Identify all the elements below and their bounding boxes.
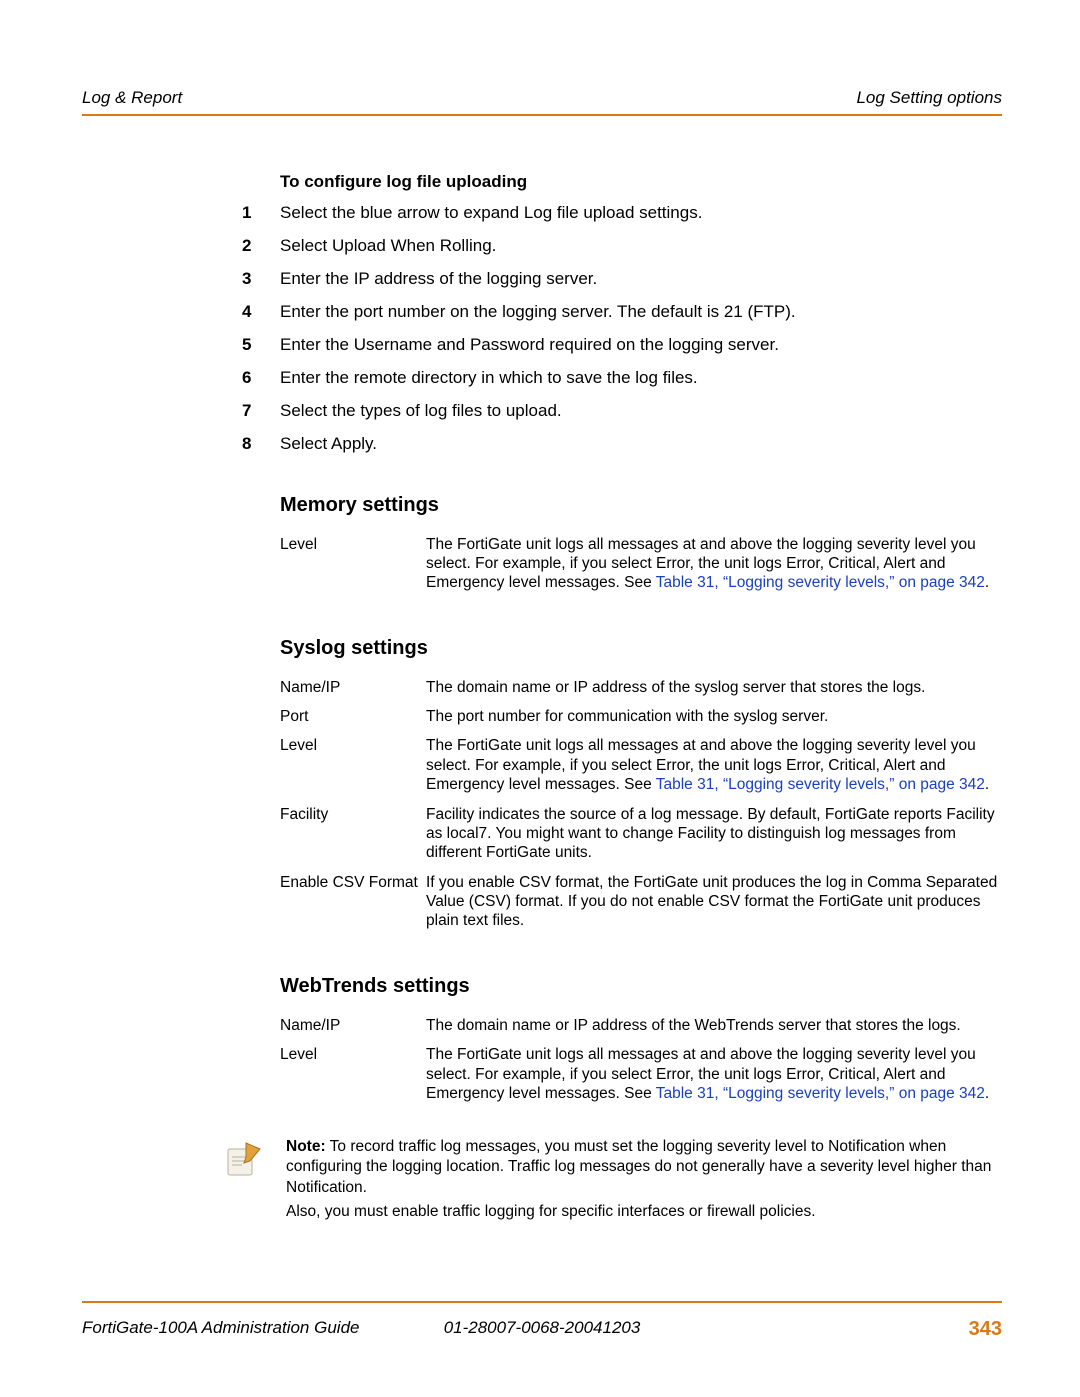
running-footer: FortiGate-100A Administration Guide 01-2… (82, 1318, 1002, 1341)
note-text: Note: To record traffic log messages, yo… (286, 1137, 1002, 1222)
webtrends-table: Name/IP The domain name or IP address of… (280, 1012, 1002, 1110)
procedure-steps: Select the blue arrow to expand Log file… (280, 202, 1002, 456)
term: Level (280, 732, 426, 800)
step-text: Enter the port number on the logging ser… (280, 301, 1002, 324)
period: . (985, 574, 989, 591)
memory-table: Level The FortiGate unit logs all messag… (280, 531, 1002, 599)
step: Select Upload When Rolling. (242, 235, 1002, 258)
term: Port (280, 703, 426, 732)
step-text: Select the blue arrow to expand Log file… (280, 202, 1002, 225)
definition: If you enable CSV format, the FortiGate … (426, 869, 1002, 937)
cross-ref-link[interactable]: Table 31, “Logging severity levels,” on … (656, 1085, 985, 1102)
step-text: Select the types of log files to upload. (280, 400, 1002, 423)
heading-syslog: Syslog settings (280, 637, 1002, 660)
term: Facility (280, 801, 426, 869)
term: Name/IP (280, 674, 426, 703)
term: Level (280, 1041, 426, 1109)
header-rule (82, 114, 1002, 116)
term: Name/IP (280, 1012, 426, 1041)
note: Note: To record traffic log messages, yo… (222, 1137, 1002, 1222)
cross-ref-link[interactable]: Table 31, “Logging severity levels,” on … (656, 574, 985, 591)
step: Enter the port number on the logging ser… (242, 301, 1002, 324)
step-text: Enter the Username and Password required… (280, 334, 1002, 357)
header-right: Log Setting options (856, 88, 1002, 108)
step-text: Select Upload When Rolling. (280, 235, 1002, 258)
definition: The domain name or IP address of the Web… (426, 1012, 1002, 1041)
step-text: Enter the remote directory in which to s… (280, 367, 1002, 390)
note-label: Note: (286, 1138, 326, 1155)
definition: The domain name or IP address of the sys… (426, 674, 1002, 703)
footer-rule (82, 1301, 1002, 1303)
manual-page: Log & Report Log Setting options To conf… (0, 0, 1080, 1397)
running-header: Log & Report Log Setting options (82, 88, 1002, 114)
term: Enable CSV Format (280, 869, 426, 937)
definition: The FortiGate unit logs all messages at … (426, 531, 1002, 599)
note-body-1: To record traffic log messages, you must… (286, 1138, 991, 1195)
syslog-table: Name/IP The domain name or IP address of… (280, 674, 1002, 937)
step-text: Select Apply. (280, 433, 1002, 456)
period: . (985, 776, 989, 793)
period: . (985, 1085, 989, 1102)
cross-ref-link[interactable]: Table 31, “Logging severity levels,” on … (656, 776, 985, 793)
definition: The FortiGate unit logs all messages at … (426, 1041, 1002, 1109)
heading-memory: Memory settings (280, 494, 1002, 517)
header-left: Log & Report (82, 88, 182, 108)
step: Select the types of log files to upload. (242, 400, 1002, 423)
table-row: Level The FortiGate unit logs all messag… (280, 1041, 1002, 1109)
step-text: Enter the IP address of the logging serv… (280, 268, 1002, 291)
table-row: Level The FortiGate unit logs all messag… (280, 531, 1002, 599)
term: Level (280, 531, 426, 599)
table-row: Facility Facility indicates the source o… (280, 801, 1002, 869)
body-content: To configure log file uploading Select t… (280, 172, 1002, 1222)
table-row: Name/IP The domain name or IP address of… (280, 674, 1002, 703)
heading-webtrends: WebTrends settings (280, 975, 1002, 998)
definition: The FortiGate unit logs all messages at … (426, 732, 1002, 800)
note-body-2: Also, you must enable traffic logging fo… (286, 1203, 816, 1220)
note-icon (222, 1139, 264, 1185)
step: Select the blue arrow to expand Log file… (242, 202, 1002, 225)
step: Enter the remote directory in which to s… (242, 367, 1002, 390)
step: Enter the Username and Password required… (242, 334, 1002, 357)
table-row: Name/IP The domain name or IP address of… (280, 1012, 1002, 1041)
table-row: Level The FortiGate unit logs all messag… (280, 732, 1002, 800)
definition: The port number for communication with t… (426, 703, 1002, 732)
table-row: Enable CSV Format If you enable CSV form… (280, 869, 1002, 937)
footer-mid: 01-28007-0068-20041203 (82, 1318, 1002, 1338)
table-row: Port The port number for communication w… (280, 703, 1002, 732)
step: Enter the IP address of the logging serv… (242, 268, 1002, 291)
procedure-title: To configure log file uploading (280, 172, 1002, 192)
definition: Facility indicates the source of a log m… (426, 801, 1002, 869)
step: Select Apply. (242, 433, 1002, 456)
